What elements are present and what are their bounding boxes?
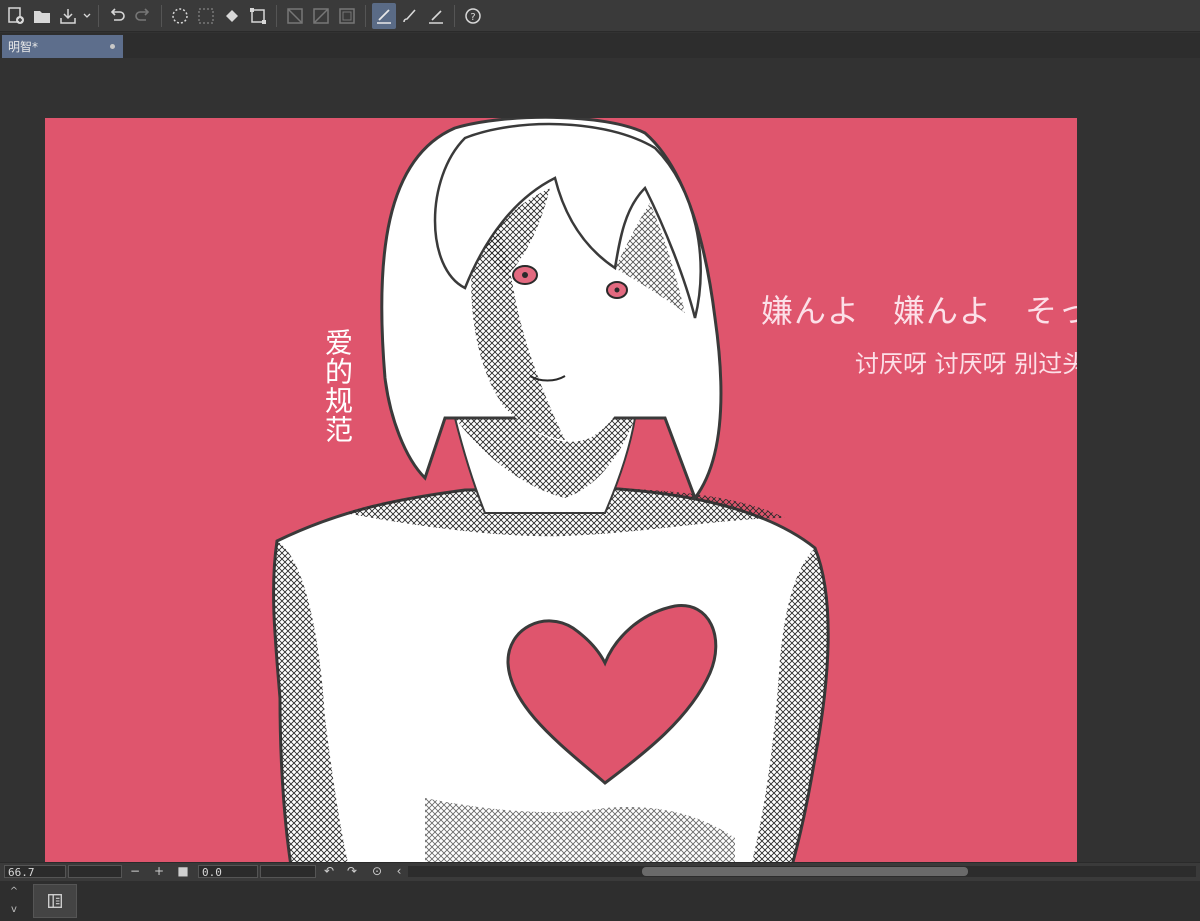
transform-icon[interactable]	[246, 3, 270, 29]
zoom-in-icon[interactable]: +	[152, 864, 166, 879]
fill-icon[interactable]	[220, 3, 244, 29]
reset-rotation-icon[interactable]: ⊙	[370, 864, 384, 879]
document-tab[interactable]: 明智*	[2, 35, 123, 58]
status-bar: 66.7 − + ■ 0.0 ↶ ↷ ⊙ ‹	[0, 862, 1200, 881]
selection-icon[interactable]	[168, 3, 192, 29]
new-file-icon[interactable]	[4, 3, 28, 29]
pen-icon[interactable]	[372, 2, 396, 29]
redo-icon[interactable]	[131, 3, 155, 29]
toolbar-divider	[276, 4, 277, 27]
zoom-out-icon[interactable]: −	[128, 864, 142, 879]
toolbar-divider	[365, 4, 366, 27]
chinese-lyric-text: 讨厌呀 讨厌呀 别过头去	[855, 350, 1077, 378]
chevron-down-icon[interactable]	[82, 3, 92, 29]
rotate-left-icon[interactable]: ↶	[322, 864, 336, 879]
zoom-slider[interactable]	[68, 865, 122, 878]
zoom-field[interactable]: 66.7	[4, 865, 66, 879]
toolbar-divider	[98, 4, 99, 27]
drawing-canvas[interactable]: 爱的规范 嫌んよ 嫌んよ そっぽ向い 讨厌呀 讨厌呀 别过头去	[45, 118, 1077, 889]
gradient-icon[interactable]	[309, 3, 333, 29]
help-icon[interactable]: ?	[461, 3, 485, 29]
document-tab-title: 明智*	[8, 40, 39, 54]
ruler-icon[interactable]	[283, 3, 307, 29]
svg-text:?: ?	[470, 12, 475, 23]
frame-icon[interactable]	[335, 3, 359, 29]
save-icon[interactable]	[56, 3, 80, 29]
eraser-icon[interactable]	[424, 3, 448, 29]
deselect-icon[interactable]	[194, 3, 218, 29]
rotation-slider[interactable]	[260, 865, 316, 878]
scroll-left-icon[interactable]: ‹	[392, 864, 406, 879]
toolbar-divider	[454, 4, 455, 27]
fit-view-icon[interactable]: ■	[176, 864, 190, 879]
scrollbar-thumb[interactable]	[642, 867, 968, 876]
character-illustration	[272, 118, 830, 889]
rotate-right-icon[interactable]: ↷	[345, 864, 359, 879]
panel-layout-icon	[48, 894, 62, 908]
rotation-field[interactable]: 0.0	[198, 865, 258, 879]
panel-toggle-button[interactable]	[33, 884, 77, 918]
toolbar-divider	[161, 4, 162, 27]
canvas-viewport[interactable]: 爱的规范 嫌んよ 嫌んよ そっぽ向い 讨厌呀 讨厌呀 别过头去	[0, 58, 1200, 889]
brush-icon[interactable]	[398, 3, 422, 29]
vertical-title-text: 爱的规范	[321, 328, 354, 444]
close-tab-icon[interactable]	[110, 44, 115, 49]
open-folder-icon[interactable]	[30, 3, 54, 29]
undo-icon[interactable]	[105, 3, 129, 29]
bottom-panel: ^ v	[0, 881, 1200, 921]
panel-scroll-icon[interactable]: ^ v	[4, 883, 24, 919]
japanese-lyric-text: 嫌んよ 嫌んよ そっぽ向い	[761, 292, 1077, 330]
main-toolbar: ?	[0, 0, 1200, 32]
document-tab-bar: 明智*	[0, 33, 1200, 58]
horizontal-scrollbar[interactable]	[408, 866, 1196, 877]
